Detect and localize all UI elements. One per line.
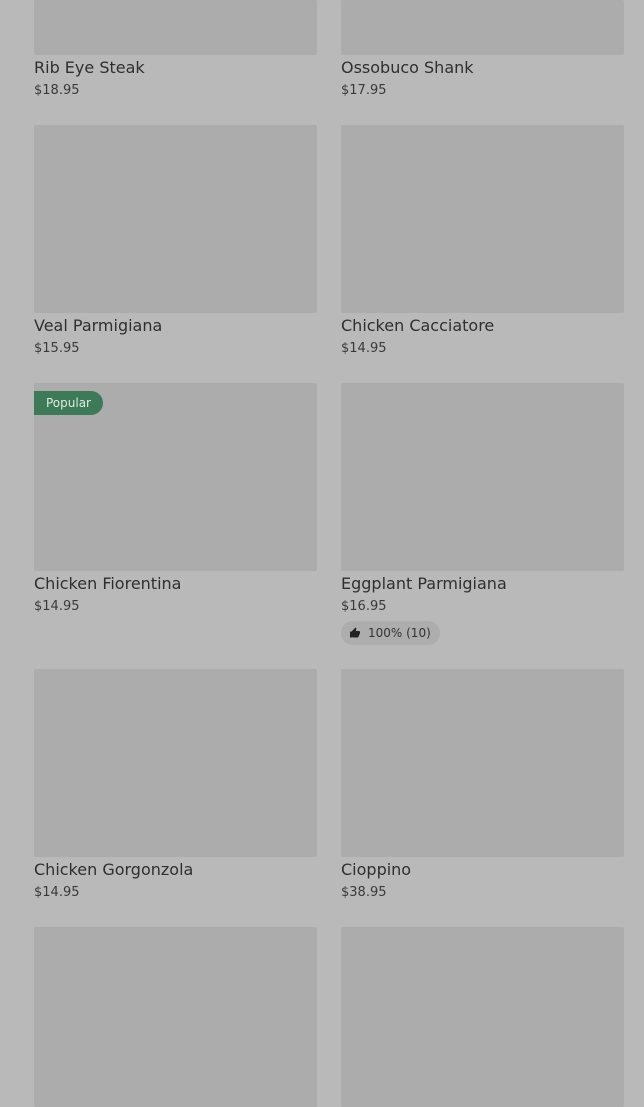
menu-item-name: Chicken Cacciatore xyxy=(341,316,495,335)
rating-text: 100% (10) xyxy=(368,626,431,640)
menu-item-image[interactable] xyxy=(34,125,317,313)
menu-item-image[interactable] xyxy=(341,669,624,857)
menu-item-price: $14.95 xyxy=(34,599,80,614)
menu-item-price: $38.95 xyxy=(341,885,387,900)
menu-item-price: $18.95 xyxy=(34,83,80,98)
menu-item-card-chicken-cacciatore[interactable]: Chicken Cacciatore $14.95 xyxy=(341,125,624,360)
menu-item-price: $17.95 xyxy=(341,83,387,98)
menu-item-price: $14.95 xyxy=(341,341,387,356)
rating-badge: 100% (10) xyxy=(341,621,440,645)
menu-item-name: Cioppino xyxy=(341,860,412,879)
menu-item-name: Rib Eye Steak xyxy=(34,58,145,77)
menu-item-name: Chicken Gorgonzola xyxy=(34,860,194,879)
menu-item-card-partial-right[interactable] xyxy=(341,927,624,1107)
menu-item-price: $14.95 xyxy=(34,885,80,900)
menu-item-card-eggplant-parmigiana[interactable]: Eggplant Parmigiana $16.95 100% (10) xyxy=(341,383,624,645)
menu-item-price: $15.95 xyxy=(34,341,80,356)
menu-item-name: Eggplant Parmigiana xyxy=(341,574,507,593)
menu-item-image[interactable] xyxy=(341,927,624,1107)
menu-item-card-chicken-gorgonzola[interactable]: Chicken Gorgonzola $14.95 xyxy=(34,669,317,904)
menu-item-card-rib-eye-steak[interactable]: Rib Eye Steak $18.95 xyxy=(34,0,317,104)
menu-item-card-veal-parmigiana[interactable]: Veal Parmigiana $15.95 xyxy=(34,125,317,360)
menu-items-grid: Rib Eye Steak $18.95 Ossobuco Shank $17.… xyxy=(0,0,644,1107)
menu-item-card-chicken-fiorentina[interactable]: Popular Chicken Fiorentina $14.95 xyxy=(34,383,317,618)
menu-item-price: $16.95 xyxy=(341,599,387,614)
menu-item-image[interactable] xyxy=(34,0,317,55)
menu-item-image[interactable] xyxy=(34,669,317,857)
menu-item-card-cioppino[interactable]: Cioppino $38.95 xyxy=(341,669,624,904)
menu-item-image[interactable] xyxy=(341,125,624,313)
menu-item-card-partial-left[interactable] xyxy=(34,927,317,1107)
menu-item-name: Veal Parmigiana xyxy=(34,316,163,335)
menu-item-name: Chicken Fiorentina xyxy=(34,574,182,593)
popular-badge: Popular xyxy=(34,391,103,415)
menu-item-image[interactable] xyxy=(34,927,317,1107)
menu-item-name: Ossobuco Shank xyxy=(341,58,474,77)
menu-item-image[interactable] xyxy=(341,0,624,55)
menu-item-card-ossobuco-shank[interactable]: Ossobuco Shank $17.95 xyxy=(341,0,624,104)
thumbs-up-icon xyxy=(350,627,360,638)
menu-item-image[interactable] xyxy=(341,383,624,571)
